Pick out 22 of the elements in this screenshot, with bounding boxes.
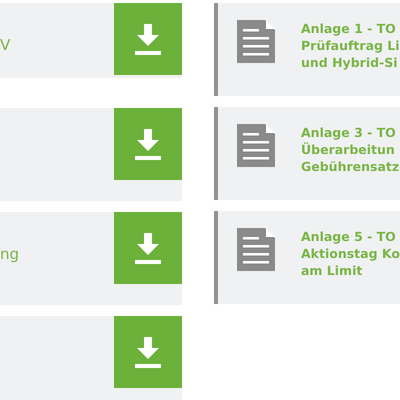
document-icon	[237, 228, 275, 271]
download-button[interactable]	[114, 3, 182, 75]
attachment-title[interactable]: Anlage 5 - TO	[301, 228, 400, 245]
download-icon	[135, 24, 161, 54]
attachment-title[interactable]: und Hybrid-Si	[301, 54, 400, 71]
file-title: ng	[0, 244, 20, 263]
download-button[interactable]	[114, 212, 182, 284]
attachment-title[interactable]: Anlage 3 - TO	[301, 124, 400, 141]
download-button[interactable]	[114, 316, 182, 388]
download-button[interactable]	[114, 108, 182, 180]
attachment-title[interactable]: Gebührensatz	[301, 158, 400, 175]
document-icon	[237, 20, 275, 63]
download-icon	[135, 336, 161, 368]
attachment-title[interactable]: Aktionstag Ko	[301, 245, 400, 262]
document-icon	[237, 124, 275, 167]
attachment-title[interactable]: Anlage 1 - TO	[301, 20, 400, 37]
download-icon	[135, 128, 161, 160]
attachment-title[interactable]: am Limit	[301, 262, 400, 279]
file-title: V	[0, 35, 10, 54]
download-icon	[135, 232, 161, 264]
attachment-title[interactable]: Prüfauftrag Li	[301, 37, 400, 54]
attachment-title[interactable]: Überarbeitun	[301, 141, 400, 158]
